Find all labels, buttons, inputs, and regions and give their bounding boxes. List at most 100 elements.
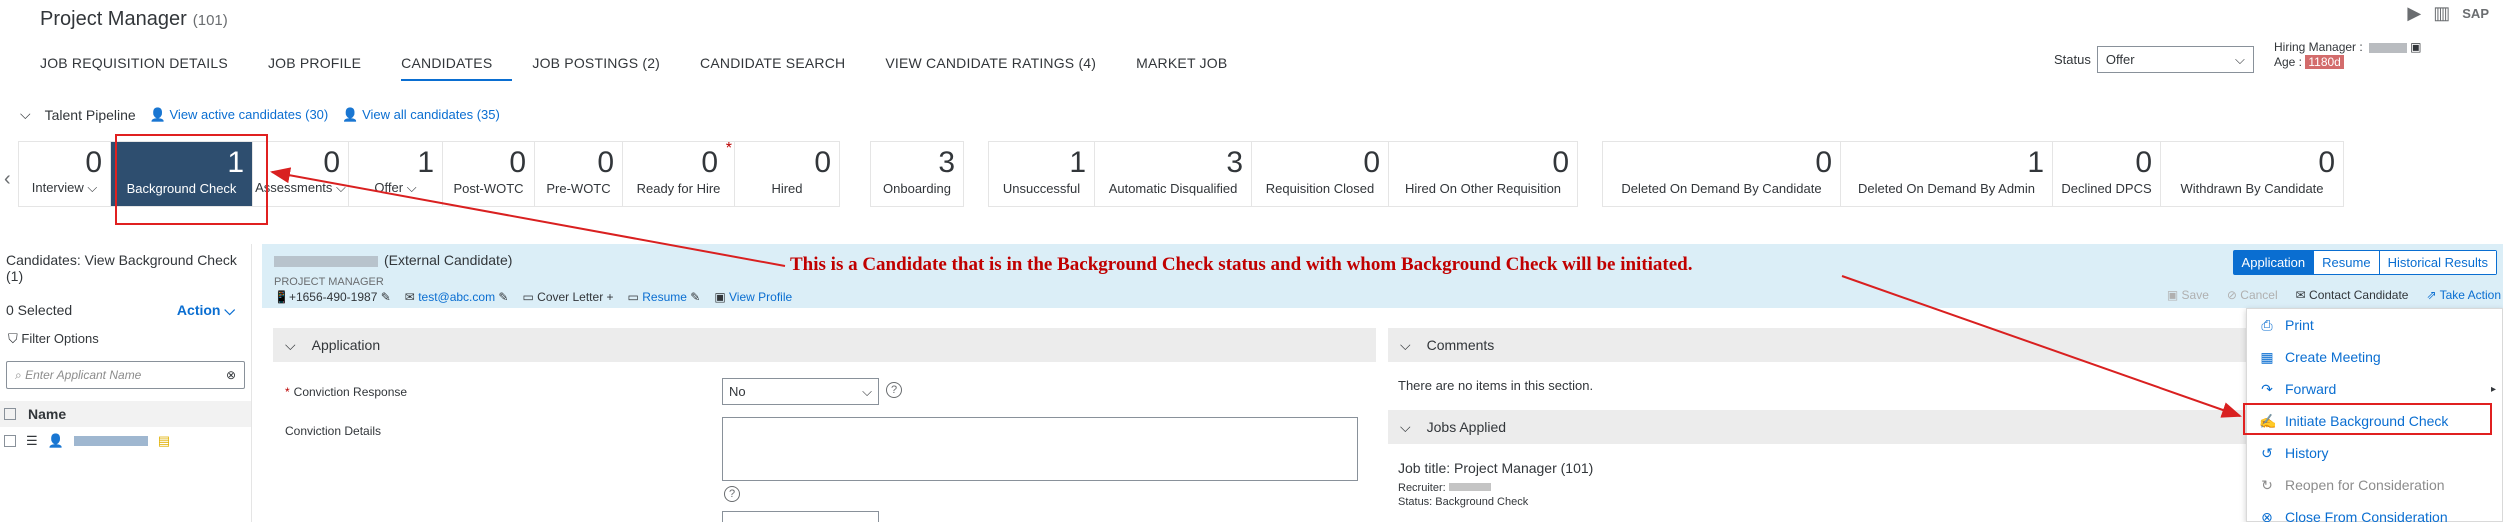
add-icon[interactable]: + <box>607 290 614 304</box>
stage-count: 0 <box>2318 146 2335 179</box>
email-field[interactable]: ✉ test@abc.com ✎ <box>405 290 509 304</box>
segment-historical-results[interactable]: Historical Results <box>2379 251 2496 274</box>
contact-candidate-button[interactable]: ✉ Contact Candidate <box>2296 288 2409 302</box>
stage-deleted-by-admin[interactable]: 1 Deleted On Demand By Admin <box>1841 142 2053 206</box>
clear-icon[interactable]: ⊗ <box>226 368 236 382</box>
tab-job-requisition-details[interactable]: JOB REQUISITION DETAILS <box>40 55 248 81</box>
person-icon: 👤 <box>47 433 64 448</box>
stage-pre-wotc[interactable]: 0 Pre-WOTC <box>535 142 623 206</box>
filter-options-button[interactable]: ⛉ Filter Options <box>0 329 251 349</box>
segment-application[interactable]: Application <box>2233 251 2315 274</box>
stage-hired-on-other-requisition[interactable]: 0 Hired On Other Requisition <box>1389 142 1577 206</box>
menu-item-print[interactable]: ⎙ Print <box>2247 309 2502 341</box>
view-profile-link[interactable]: ▣ View Profile <box>714 290 792 304</box>
select-all-checkbox[interactable] <box>4 408 16 420</box>
action-button[interactable]: Action ⌵ <box>177 302 245 319</box>
stage-ready-for-hire[interactable]: 0 * Ready for Hire <box>623 140 735 206</box>
help-icon[interactable]: ? <box>724 486 740 502</box>
age-badge: 1180d <box>2305 55 2344 69</box>
status-select[interactable]: Offer ⌵ <box>2096 46 2254 73</box>
tab-job-postings[interactable]: JOB POSTINGS (2) <box>532 55 680 81</box>
menu-item-forward[interactable]: ↷ Forward ▸ <box>2247 373 2502 405</box>
applicant-search-input[interactable]: ⌕ Enter Applicant Name ⊗ <box>6 361 245 389</box>
comments-empty-text: There are no items in this section. <box>1398 378 1594 393</box>
forward-icon: ↷ <box>2261 380 2273 397</box>
stage-declined-dpcs[interactable]: 0 Declined DPCS <box>2053 142 2161 206</box>
conviction-response-select[interactable]: No ⌵ <box>722 378 879 405</box>
stage-unsuccessful[interactable]: 1 Unsuccessful <box>989 142 1095 206</box>
take-action-button[interactable]: ⇗ Take Action <box>2426 288 2501 302</box>
tab-candidate-search[interactable]: CANDIDATE SEARCH <box>700 55 865 81</box>
stage-hired[interactable]: 0 Hired <box>735 142 839 206</box>
talent-pipeline-label: Talent Pipeline <box>44 106 136 123</box>
stage-count: 1 <box>1069 146 1086 179</box>
menu-item-reopen[interactable]: ↻ Reopen for Consideration <box>2247 469 2502 501</box>
table-row[interactable]: ☰ 👤 ▤ <box>0 427 251 455</box>
stage-offer[interactable]: 1 Offer ⌵ <box>349 142 443 206</box>
stage-interview[interactable]: 0 Interview ⌵ <box>19 142 111 206</box>
resume-field[interactable]: ▭ Resume ✎ <box>628 290 701 304</box>
stage-count: 3 <box>938 146 955 179</box>
candidate-contact-row: 📱+1656-490-1987 ✎ ✉ test@abc.com ✎ ▭ Cov… <box>274 290 792 304</box>
tab-view-candidate-ratings[interactable]: VIEW CANDIDATE RATINGS (4) <box>885 55 1116 81</box>
segment-resume[interactable]: Resume <box>2314 251 2380 274</box>
annotation-text: This is a Candidate that is in the Backg… <box>790 254 1693 275</box>
menu-item-close-from-consideration[interactable]: ⊗ Close From Consideration <box>2247 501 2502 522</box>
chevron-down-icon: ⌵ <box>285 336 296 353</box>
application-section-header[interactable]: ⌵ Application <box>273 328 1376 362</box>
application-section-title: Application <box>311 337 381 353</box>
row-checkbox[interactable] <box>4 435 16 447</box>
next-field-select[interactable] <box>722 511 879 522</box>
cover-letter-field[interactable]: ▭ Cover Letter + <box>522 290 613 304</box>
collapse-chevron-icon[interactable]: ⌵ <box>20 106 31 123</box>
phone-field: 📱+1656-490-1987 ✎ <box>274 290 391 304</box>
stage-group-4: 0 Deleted On Demand By Candidate 1 Deleted… <box>1602 141 2344 207</box>
stage-label: Onboarding <box>883 181 951 196</box>
stage-onboarding[interactable]: 3 Onboarding <box>871 142 963 206</box>
help-icon[interactable]: ? <box>886 382 902 398</box>
stage-deleted-by-candidate[interactable]: 0 Deleted On Demand By Candidate <box>1603 142 1841 206</box>
stage-label: Unsuccessful <box>1002 181 1081 196</box>
view-active-candidates-text: View active candidates (30) <box>169 106 329 122</box>
candidate-name-redacted[interactable] <box>73 436 148 446</box>
stage-requisition-closed[interactable]: 0 Requisition Closed <box>1252 142 1389 206</box>
print-icon: ⎙ <box>2261 316 2273 333</box>
age-label: Age : <box>2274 55 2303 69</box>
stage-count: 0 <box>597 146 614 179</box>
chevron-down-icon: ⌵ <box>1400 418 1411 435</box>
chevron-down-icon: ⌵ <box>2235 51 2245 67</box>
scroll-left-icon[interactable]: ‹ <box>4 168 11 191</box>
menu-item-history[interactable]: ↺ History <box>2247 437 2502 469</box>
edit-icon[interactable]: ✎ <box>381 290 391 304</box>
hiring-manager-info: Hiring Manager : ▣ Age : 1180d <box>2274 40 2421 70</box>
stage-count: 0 <box>85 146 102 179</box>
tab-market-job[interactable]: MARKET JOB <box>1136 55 1247 81</box>
jobs-applied-title: Jobs Applied <box>1426 419 1507 435</box>
recruiter-line: Recruiter: <box>1398 482 1491 494</box>
mail-icon: ✉ <box>404 290 415 304</box>
stage-label: Declined DPCS <box>2061 181 2152 196</box>
conviction-details-label: Conviction Details <box>285 424 382 438</box>
page-title-count: (101) <box>192 12 228 29</box>
view-segmented-control: Application Resume Historical Results <box>2232 250 2497 275</box>
stage-post-wotc[interactable]: 0 Post-WOTC <box>443 142 535 206</box>
edit-icon[interactable]: ✎ <box>690 290 700 304</box>
tab-job-profile[interactable]: JOB PROFILE <box>268 55 381 81</box>
menu-icon[interactable]: ☰ <box>26 433 38 449</box>
tab-candidates[interactable]: CANDIDATES <box>401 55 513 81</box>
stage-withdrawn-by-candidate[interactable]: 0 Withdrawn By Candidate <box>2161 142 2343 206</box>
stage-label: Interview ⌵ <box>31 180 98 195</box>
play-icon[interactable]: ▶ <box>2407 3 2421 24</box>
job-title: Job title: Project Manager (101) <box>1398 460 1594 476</box>
cancel-button[interactable]: ⊘ Cancel <box>2227 288 2278 302</box>
save-button[interactable]: ▣ Save <box>2167 288 2209 302</box>
conviction-details-textarea[interactable] <box>722 417 1358 481</box>
contact-card-icon[interactable]: ▣ <box>2410 40 2421 54</box>
menu-item-create-meeting[interactable]: ▦ Create Meeting <box>2247 341 2502 373</box>
stage-automatic-disqualified[interactable]: 3 Automatic Disqualified <box>1095 142 1252 206</box>
chart-icon[interactable]: ▥ <box>2433 3 2450 24</box>
view-all-candidates-link[interactable]: 👤 View all candidates (35) <box>342 107 500 123</box>
edit-icon[interactable]: ✎ <box>498 290 508 304</box>
view-active-candidates-link[interactable]: 👤 View active candidates (30) <box>150 107 329 123</box>
candidate-list-panel: Candidates: View Background Check (1) 0 … <box>0 244 252 522</box>
